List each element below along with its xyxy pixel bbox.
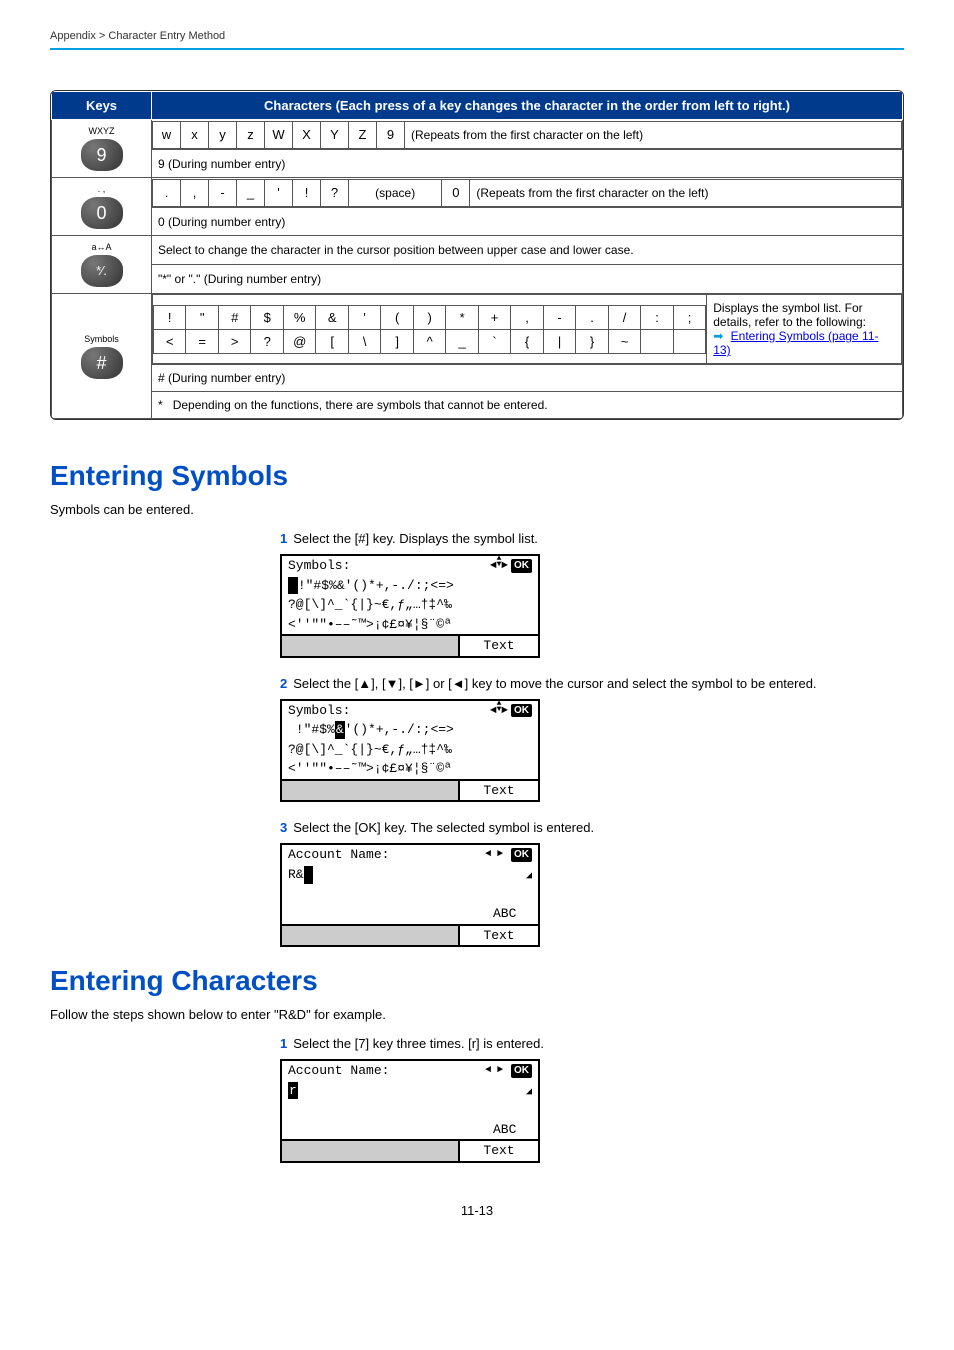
page-number: 11-13 [50,1203,904,1218]
entering-symbols-heading: Entering Symbols [50,460,904,492]
case-numline: "*" or "." (During number entry) [152,265,903,294]
soft-text-button[interactable]: Text [458,634,538,656]
key-0: . , 0 [52,178,152,236]
key-symbols: Symbols # [52,294,152,419]
keypad-hash-icon: # [81,347,123,379]
characters-step-1: 1Select the [7] key three times. [r] is … [280,1036,904,1163]
header-rule [50,48,904,50]
repeat-note: (Repeats from the first character on the… [470,179,902,206]
repeat-note: (Repeats from the first character on the… [405,121,902,148]
row0-numline: 0 (During number entry) [152,208,903,236]
symbols-step-3: 3Select the [OK] key. The selected symbo… [280,820,904,947]
ok-icon: OK [511,559,532,573]
keys-table: Keys Characters (Each press of a key cha… [50,90,904,420]
col-chars: Characters (Each press of a key changes … [152,92,903,120]
symbols-side-text: Displays the symbol list. For details, r… [707,295,902,364]
symbols-step-1: 1Select the [#] key. Displays the symbol… [280,531,904,658]
pen-icon [526,866,532,884]
pen-icon [526,1082,532,1100]
nav-arrows-icon: ▲▼ [490,558,508,571]
entering-symbols-intro: Symbols can be entered. [50,502,904,517]
keypad-star-icon: *⁄. [81,255,123,287]
symbols-step-2: 2Select the [▲], [▼], [►] or [◄] key to … [280,676,904,803]
lcd-account-1: Account Name: ◄ ► OK R& ABC Text [280,843,540,947]
key-9: WXYZ 9 [52,120,152,178]
entering-symbols-link[interactable]: Entering Symbols (page 11-13) [713,329,878,357]
col-keys: Keys [52,92,152,120]
keypad-0-icon: 0 [81,197,123,229]
soft-text-button[interactable]: Text [458,779,538,801]
key-case: a↔A *⁄. [52,236,152,294]
sym-numline: # (During number entry) [152,365,903,392]
ok-icon: OK [511,704,532,718]
arrow-icon: ➡ [713,329,723,343]
nav-arrows-icon: ▲▼ [490,703,508,716]
entering-characters-heading: Entering Characters [50,965,904,997]
lcd-symbols-1: Symbols: ▲▼ OK !"#$%&'()*+,-./:;<=> ?@[\… [280,554,540,658]
lcd-account-2: Account Name: ◄ ► OK r ABC Text [280,1059,540,1163]
breadcrumb: Appendix > Character Entry Method [50,30,904,42]
sym-note: * Depending on the functions, there are … [152,392,903,419]
soft-text-button[interactable]: Text [458,924,538,946]
entering-characters-intro: Follow the steps shown below to enter "R… [50,1007,904,1022]
lcd-symbols-2: Symbols: ▲▼ OK !"#$%&'()*+,-./:;<=> ?@[\… [280,699,540,803]
row9-numline: 9 (During number entry) [152,150,903,178]
ok-icon: OK [511,848,532,862]
soft-text-button[interactable]: Text [458,1139,538,1161]
keypad-9-icon: 9 [81,139,123,171]
case-desc: Select to change the character in the cu… [152,236,903,265]
ok-icon: OK [511,1064,532,1078]
